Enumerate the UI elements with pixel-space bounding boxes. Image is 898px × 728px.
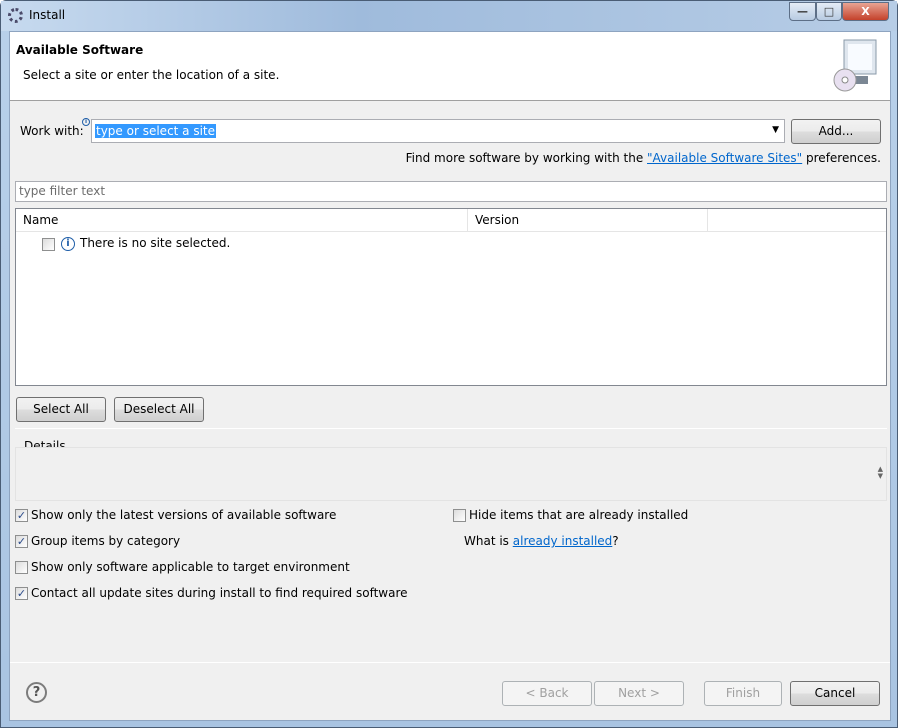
details-group-border <box>15 428 887 429</box>
minimize-button[interactable]: — <box>789 2 816 21</box>
back-button[interactable]: < Back <box>502 681 592 706</box>
available-sites-link[interactable]: "Available Software Sites" <box>647 151 802 165</box>
checkbox[interactable]: ✓ <box>15 587 28 600</box>
finish-button[interactable]: Finish <box>704 681 782 706</box>
table-row[interactable]: i There is no site selected. <box>16 233 886 255</box>
close-button[interactable]: X <box>842 2 889 21</box>
details-scroll-arrows[interactable]: ▲ ▼ <box>878 466 883 480</box>
select-all-button[interactable]: Select All <box>16 397 106 422</box>
cancel-button[interactable]: Cancel <box>790 681 880 706</box>
column-version[interactable]: Version <box>468 209 708 232</box>
hint-prefix: Find more software by working with the <box>405 151 648 165</box>
footer-separator <box>10 662 890 663</box>
work-with-value[interactable]: type or select a site <box>95 124 217 138</box>
details-area: ▲ ▼ <box>15 447 887 501</box>
add-button[interactable]: Add... <box>791 119 881 144</box>
window-title: Install <box>29 8 66 22</box>
find-more-hint: Find more software by working with the "… <box>406 151 881 165</box>
software-table: Name Version i There is no site selected… <box>15 208 887 386</box>
deselect-all-button[interactable]: Deselect All <box>114 397 204 422</box>
checkbox[interactable] <box>15 561 28 574</box>
title-bar[interactable]: Install — □ X <box>1 1 897 31</box>
monitor-cd-icon <box>833 39 877 92</box>
dialog-header: Available Software Select a site or ente… <box>10 32 890 101</box>
checkbox[interactable] <box>453 509 466 522</box>
next-button[interactable]: Next > <box>594 681 684 706</box>
already-installed-text: What is already installed? <box>464 534 619 548</box>
table-header: Name Version <box>16 209 886 232</box>
dialog-body: Available Software Select a site or ente… <box>9 31 891 721</box>
checkbox[interactable]: ✓ <box>15 535 28 548</box>
row-text: There is no site selected. <box>80 236 231 250</box>
info-decoration-icon: i <box>82 118 90 126</box>
install-window: Install — □ X Available Software Select … <box>0 0 898 728</box>
eclipse-icon <box>8 8 23 23</box>
work-with-label: Work with: <box>20 124 84 138</box>
help-icon[interactable]: ? <box>26 682 47 703</box>
column-name[interactable]: Name <box>16 209 468 232</box>
work-with-combo[interactable]: type or select a site ▼ <box>91 119 785 143</box>
already-installed-link[interactable]: already installed <box>513 534 613 548</box>
filter-input[interactable]: type filter text <box>15 181 887 202</box>
page-title: Available Software <box>16 43 144 57</box>
dropdown-arrow-icon[interactable]: ▼ <box>772 125 779 135</box>
info-icon: i <box>61 237 75 251</box>
maximize-button[interactable]: □ <box>816 2 842 21</box>
page-subtitle: Select a site or enter the location of a… <box>23 68 280 82</box>
checkbox[interactable]: ✓ <box>15 509 28 522</box>
row-checkbox[interactable] <box>42 238 55 251</box>
hint-suffix: preferences. <box>802 151 881 165</box>
